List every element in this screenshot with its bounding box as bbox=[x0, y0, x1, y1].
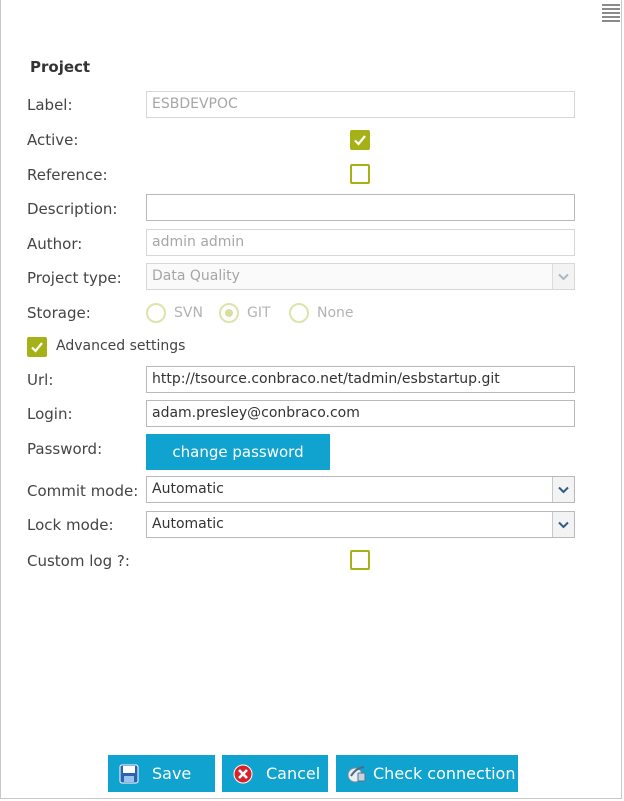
storage-label: Storage: bbox=[27, 304, 91, 322]
lock-mode-label: Lock mode: bbox=[27, 516, 114, 534]
password-label: Password: bbox=[27, 440, 103, 458]
storage-option-git[interactable]: GIT bbox=[219, 302, 271, 324]
active-label: Active: bbox=[27, 131, 79, 149]
storage-option-svn[interactable]: SVN bbox=[146, 302, 203, 324]
radio-svn[interactable] bbox=[146, 303, 166, 323]
login-input[interactable]: adam.presley@conbraco.com bbox=[146, 400, 575, 427]
description-label: Description: bbox=[27, 200, 118, 218]
radio-label-git: GIT bbox=[247, 305, 271, 321]
project-type-value: Data Quality bbox=[152, 268, 240, 284]
hamburger-menu-icon[interactable] bbox=[602, 4, 620, 22]
project-type-select[interactable]: Data Quality bbox=[146, 263, 575, 290]
url-input[interactable]: http://tsource.conbraco.net/tadmin/esbst… bbox=[146, 366, 575, 393]
custom-log-checkbox[interactable] bbox=[350, 550, 370, 570]
radio-label-svn: SVN bbox=[174, 305, 203, 321]
commit-mode-label: Commit mode: bbox=[27, 482, 139, 500]
radio-label-none: None bbox=[317, 305, 354, 321]
author-label: Author: bbox=[27, 235, 83, 253]
custom-log-label: Custom log ?: bbox=[27, 552, 130, 570]
chevron-down-icon[interactable] bbox=[552, 264, 574, 289]
chevron-down-icon[interactable] bbox=[552, 477, 574, 502]
chevron-down-icon[interactable] bbox=[552, 512, 574, 537]
radio-git[interactable] bbox=[219, 303, 239, 323]
floppy-disk-icon bbox=[119, 764, 139, 784]
check-connection-button[interactable]: Check connection bbox=[336, 755, 518, 792]
storage-option-none[interactable]: None bbox=[289, 302, 354, 324]
project-type-label: Project type: bbox=[27, 269, 122, 287]
advanced-settings-label: Advanced settings bbox=[56, 338, 186, 354]
reference-checkbox[interactable] bbox=[350, 164, 370, 184]
connection-icon bbox=[347, 764, 367, 784]
check-connection-label: Check connection bbox=[373, 764, 516, 783]
active-checkbox[interactable] bbox=[350, 130, 370, 150]
login-label: Login: bbox=[27, 405, 73, 423]
cancel-button[interactable]: Cancel bbox=[222, 755, 328, 792]
lock-mode-select[interactable]: Automatic bbox=[146, 511, 575, 538]
save-button[interactable]: Save bbox=[108, 755, 215, 792]
lock-mode-value: Automatic bbox=[152, 516, 224, 532]
author-field: admin admin bbox=[146, 229, 575, 256]
label-label: Label: bbox=[27, 96, 73, 114]
commit-mode-value: Automatic bbox=[152, 481, 224, 497]
cancel-x-icon bbox=[233, 764, 253, 784]
reference-label: Reference: bbox=[27, 166, 108, 184]
url-label: Url: bbox=[27, 371, 54, 389]
checkmark-icon bbox=[354, 135, 366, 146]
checkmark-icon bbox=[31, 342, 43, 353]
cancel-label: Cancel bbox=[266, 764, 321, 783]
description-input[interactable] bbox=[146, 194, 575, 221]
radio-none[interactable] bbox=[289, 303, 309, 323]
advanced-settings-checkbox[interactable] bbox=[27, 337, 47, 357]
section-title: Project bbox=[30, 58, 91, 76]
commit-mode-select[interactable]: Automatic bbox=[146, 476, 575, 503]
change-password-button[interactable]: change password bbox=[146, 434, 330, 470]
save-label: Save bbox=[152, 764, 192, 783]
label-field: ESBDEVPOC bbox=[146, 91, 575, 118]
